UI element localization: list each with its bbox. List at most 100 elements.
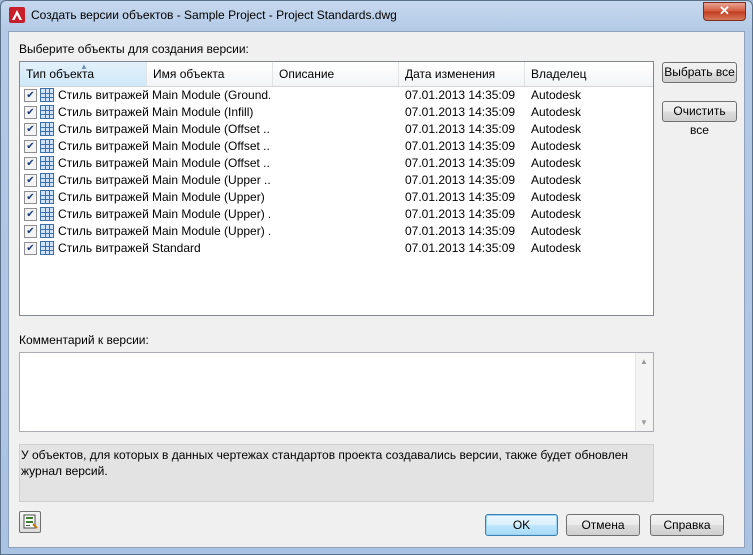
table-row[interactable]: ✔ Стиль витражей Main Module (Upper) ... 07… [20, 223, 653, 240]
row-checkbox[interactable]: ✔ [24, 123, 37, 136]
cell-date: 07.01.2013 14:35:09 [405, 173, 516, 187]
table-row[interactable]: ✔ Стиль витражей Main Module (Offset ... 07… [20, 155, 653, 172]
comment-textarea[interactable]: ▲ ▼ [19, 352, 654, 432]
curtain-wall-style-icon [40, 105, 54, 119]
cell-name: Standard [152, 241, 201, 255]
cell-owner: Autodesk [531, 173, 582, 187]
cell-name: Main Module (Offset ... [152, 122, 270, 136]
scroll-down-arrow-icon[interactable]: ▼ [640, 418, 648, 427]
cell-description [278, 206, 396, 223]
cell-type: Стиль витражей [58, 190, 148, 204]
comment-scrollbar[interactable]: ▲ ▼ [635, 353, 653, 431]
version-history-button[interactable] [19, 511, 41, 533]
cell-owner: Autodesk [531, 139, 582, 153]
curtain-wall-style-icon [40, 88, 54, 102]
curtain-wall-style-icon [40, 207, 54, 221]
cancel-button[interactable]: Отмена [566, 514, 640, 536]
cell-owner: Autodesk [531, 190, 582, 204]
column-header-date[interactable]: Дата изменения [399, 62, 525, 86]
cell-type: Стиль витражей [58, 88, 148, 102]
row-checkbox[interactable]: ✔ [24, 157, 37, 170]
row-checkbox[interactable]: ✔ [24, 174, 37, 187]
row-checkbox[interactable]: ✔ [24, 225, 37, 238]
cell-type: Стиль витражей [58, 224, 148, 238]
cell-type: Стиль витражей [58, 122, 148, 136]
column-header-owner[interactable]: Владелец [525, 62, 653, 86]
cell-date: 07.01.2013 14:35:09 [405, 224, 516, 238]
cell-name: Main Module (Offset ... [152, 156, 270, 170]
scroll-up-arrow-icon[interactable]: ▲ [640, 357, 648, 366]
row-checkbox[interactable]: ✔ [24, 140, 37, 153]
curtain-wall-style-icon [40, 224, 54, 238]
cell-name: Main Module (Infill) [152, 105, 254, 119]
cell-owner: Autodesk [531, 122, 582, 136]
select-all-button[interactable]: Выбрать все [662, 62, 737, 83]
cell-date: 07.01.2013 14:35:09 [405, 207, 516, 221]
row-checkbox[interactable]: ✔ [24, 106, 37, 119]
cell-date: 07.01.2013 14:35:09 [405, 190, 516, 204]
curtain-wall-style-icon [40, 173, 54, 187]
cell-date: 07.01.2013 14:35:09 [405, 122, 516, 136]
cell-type: Стиль витражей [58, 139, 148, 153]
sort-ascending-icon: ▲ [80, 62, 88, 71]
column-header-name[interactable]: Имя объекта [147, 62, 273, 86]
row-checkbox[interactable]: ✔ [24, 191, 37, 204]
curtain-wall-style-icon [40, 241, 54, 255]
cell-description [278, 240, 396, 257]
cell-owner: Autodesk [531, 241, 582, 255]
cell-type: Стиль витражей [58, 173, 148, 187]
cell-type: Стиль витражей [58, 207, 148, 221]
row-checkbox[interactable]: ✔ [24, 89, 37, 102]
cell-type: Стиль витражей [58, 105, 148, 119]
autocad-logo-icon [9, 7, 25, 23]
curtain-wall-style-icon [40, 139, 54, 153]
cell-date: 07.01.2013 14:35:09 [405, 156, 516, 170]
column-header-description[interactable]: Описание [273, 62, 399, 86]
cell-owner: Autodesk [531, 105, 582, 119]
cell-date: 07.01.2013 14:35:09 [405, 139, 516, 153]
row-checkbox[interactable]: ✔ [24, 242, 37, 255]
table-row[interactable]: ✔ Стиль витражей Standard 07.01.2013 14:35:… [20, 240, 653, 257]
table-row[interactable]: ✔ Стиль витражей Main Module (Upper ... 07.… [20, 172, 653, 189]
table-row[interactable]: ✔ Стиль витражей Main Module (Offset ... 07… [20, 121, 653, 138]
row-checkbox[interactable]: ✔ [24, 208, 37, 221]
table-row[interactable]: ✔ Стиль витражей Main Module (Upper) ... 07… [20, 206, 653, 223]
cell-type: Стиль витражей [58, 156, 148, 170]
cell-description [278, 223, 396, 240]
cell-name: Main Module (Upper) ... [152, 224, 270, 238]
table-row[interactable]: ✔ Стиль витражей Main Module (Ground... 07.… [20, 87, 653, 104]
cell-description [278, 189, 396, 206]
cell-name: Main Module (Ground... [152, 88, 270, 102]
ok-button[interactable]: OK [485, 514, 558, 536]
cell-type: Стиль витражей [58, 241, 148, 255]
cell-description [278, 104, 396, 121]
help-button[interactable]: Справка [650, 514, 724, 536]
objects-list[interactable]: ▲ Тип объекта Имя объекта Описание Дата … [19, 61, 654, 316]
curtain-wall-style-icon [40, 122, 54, 136]
cell-name: Main Module (Upper) [152, 190, 265, 204]
column-header-type[interactable]: ▲ Тип объекта [20, 62, 147, 86]
curtain-wall-style-icon [40, 156, 54, 170]
cell-description [278, 87, 396, 104]
cell-owner: Autodesk [531, 224, 582, 238]
curtain-wall-style-icon [40, 190, 54, 204]
title-bar[interactable]: Создать версии объектов - Sample Project… [1, 1, 752, 31]
table-row[interactable]: ✔ Стиль витражей Main Module (Infill) 07.01… [20, 104, 653, 121]
cell-description [278, 138, 396, 155]
cell-description [278, 121, 396, 138]
cell-owner: Autodesk [531, 207, 582, 221]
table-row[interactable]: ✔ Стиль витражей Main Module (Upper) 07.01.… [20, 189, 653, 206]
list-header: ▲ Тип объекта Имя объекта Описание Дата … [20, 62, 653, 87]
clear-all-button[interactable]: Очистить все [662, 101, 737, 137]
version-history-icon [23, 514, 38, 529]
cell-owner: Autodesk [531, 88, 582, 102]
table-row[interactable]: ✔ Стиль витражей Main Module (Offset ... 07… [20, 138, 653, 155]
cell-owner: Autodesk [531, 156, 582, 170]
select-objects-label: Выберите объекты для создания версии: [19, 42, 249, 56]
close-button[interactable]: ✕ [703, 2, 746, 21]
cell-description [278, 155, 396, 172]
window-title: Создать версии объектов - Sample Project… [31, 8, 397, 22]
cell-name: Main Module (Upper ... [152, 173, 270, 187]
cell-name: Main Module (Offset ... [152, 139, 270, 153]
cell-date: 07.01.2013 14:35:09 [405, 88, 516, 102]
